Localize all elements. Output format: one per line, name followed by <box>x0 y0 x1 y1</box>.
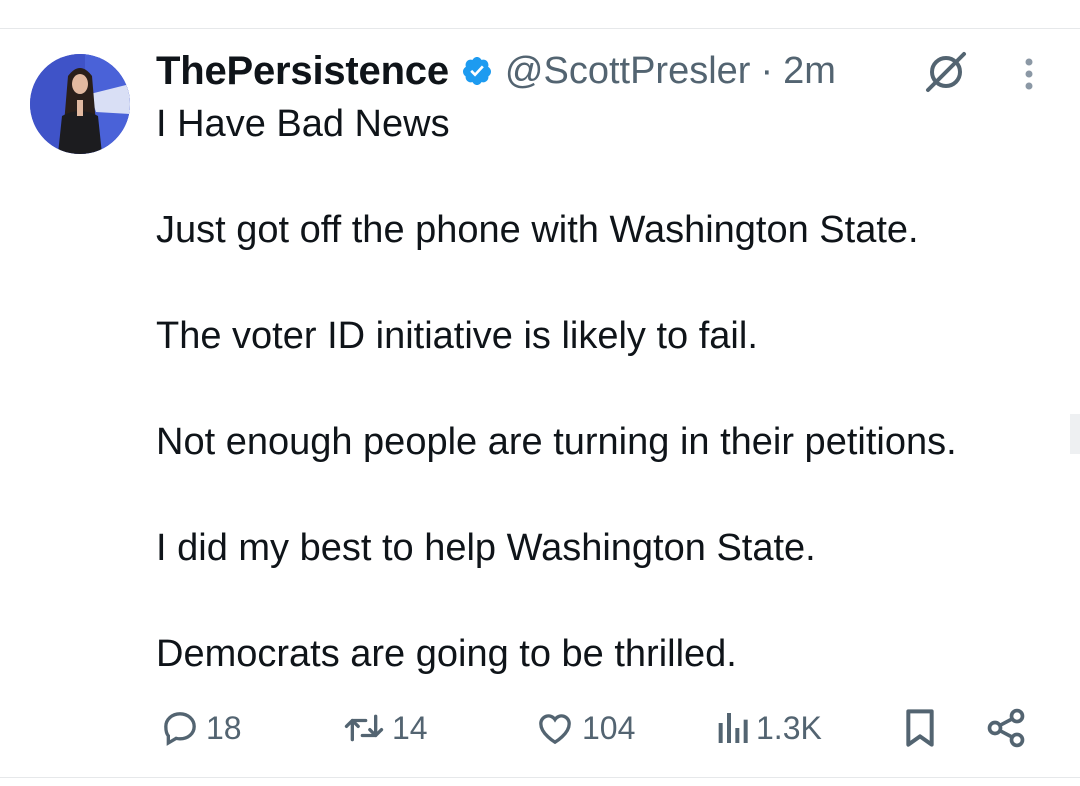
bookmark-icon <box>906 709 934 747</box>
timestamp[interactable]: 2m <box>783 50 836 93</box>
tweet-line: The voter ID initiative is likely to fai… <box>156 315 758 357</box>
like-count: 104 <box>582 709 636 746</box>
bottom-divider <box>0 777 1080 778</box>
tweet-line: I Have Bad News <box>156 103 450 145</box>
reply-icon <box>164 712 196 746</box>
tweet-line: I did my best to help Washington State. <box>156 527 816 569</box>
tweet-text: I Have Bad News Just got off the phone w… <box>156 102 1056 676</box>
avatar-image <box>30 54 130 154</box>
handle[interactable]: @ScottPresler <box>505 50 751 93</box>
reply-count: 18 <box>206 709 242 746</box>
repost-button[interactable]: 14 <box>342 700 428 756</box>
avatar[interactable] <box>30 54 130 154</box>
heart-icon <box>539 714 571 745</box>
tweet-header: ThePersistence @ScottPresler · 2m <box>156 46 836 96</box>
verified-badge-icon <box>462 57 491 85</box>
views-button[interactable]: 1.3K <box>714 700 822 756</box>
repost-icon <box>344 714 384 742</box>
tweet-line: Democrats are going to be thrilled. <box>156 633 737 675</box>
scrollbar-thumb[interactable] <box>1070 414 1080 454</box>
views-count: 1.3K <box>756 709 822 746</box>
separator-dot: · <box>760 49 774 92</box>
bookmark-button[interactable] <box>900 700 940 756</box>
like-button[interactable]: 104 <box>534 700 635 756</box>
tweet-line: Not enough people are turning in their p… <box>156 421 957 463</box>
reply-button[interactable]: 18 <box>160 700 242 756</box>
top-divider <box>0 28 1080 29</box>
views-chart-icon <box>718 713 748 743</box>
action-bar: 18 14 104 1.3K <box>0 700 1080 756</box>
display-name[interactable]: ThePersistence <box>156 49 449 94</box>
grok-icon[interactable] <box>922 50 970 94</box>
more-vertical-icon[interactable] <box>1014 54 1044 94</box>
tweet-line: Just got off the phone with Washington S… <box>156 209 919 251</box>
share-button[interactable] <box>984 700 1028 756</box>
repost-count: 14 <box>392 709 428 746</box>
share-icon <box>987 708 1025 748</box>
